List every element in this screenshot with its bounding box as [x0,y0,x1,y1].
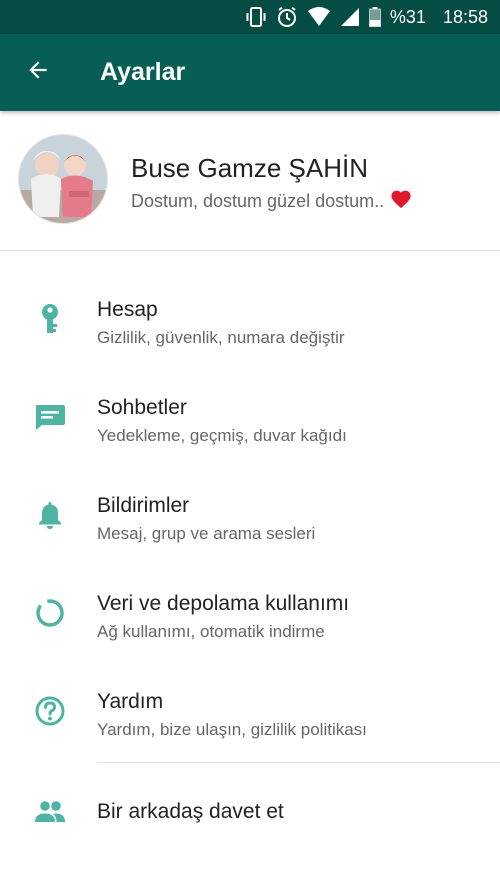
menu-item-title: Hesap [97,298,158,321]
vibrate-icon [245,7,267,27]
bell-icon [26,496,74,534]
menu-item-subtitle: Mesaj, grup ve arama sesleri [97,524,316,543]
battery-percent: %31 [389,6,426,27]
people-icon [26,793,74,831]
clock: 18:58 [442,6,488,27]
menu-item-subtitle: Gizlilik, güvenlik, numara değiştir [97,328,345,347]
menu-item-chats[interactable]: Sohbetler Yedekleme, geçmiş, duvar kağıd… [0,368,500,466]
arrow-back-icon [25,57,51,88]
data-usage-icon [26,594,74,632]
alarm-icon [276,6,298,28]
profile-divider [0,250,500,251]
menu-item-data-storage[interactable]: Veri ve depolama kullanımı Ağ kullanımı,… [0,564,500,662]
invite-title: Bir arkadaş davet et [97,800,284,823]
help-icon [26,692,74,730]
profile-status: Dostum, dostum güzel dostum.. [131,189,412,214]
app-bar: Ayarlar [0,34,500,111]
menu-item-help[interactable]: Yardım Yardım, bize ulaşın, gizlilik pol… [0,662,500,760]
signal-icon [340,7,360,27]
menu-item-account[interactable]: Hesap Gizlilik, güvenlik, numara değişti… [0,270,500,368]
profile-name: Buse Gamze ŞAHİN [131,153,368,183]
heart-icon [390,189,412,214]
menu-item-title: Sohbetler [97,396,187,419]
menu-item-title: Bildirimler [97,494,190,517]
invite-friend-item[interactable]: Bir arkadaş davet et [0,763,500,861]
menu-item-subtitle: Yardım, bize ulaşın, gizlilik politikası [97,720,367,739]
profile-status-text: Dostum, dostum güzel dostum.. [131,191,385,211]
battery-icon [368,7,381,27]
status-bar: %31 18:58 [0,0,500,34]
avatar[interactable] [19,135,107,223]
menu-item-title: Yardım [97,690,164,713]
profile-row[interactable]: Buse Gamze ŞAHİN Dostum, dostum güzel do… [0,113,500,250]
status-icons: %31 18:58 [245,0,488,34]
menu-item-title: Veri ve depolama kullanımı [97,592,350,615]
menu-item-subtitle: Ağ kullanımı, otomatik indirme [97,622,325,641]
page-title: Ayarlar [100,58,186,86]
chat-icon [26,398,74,436]
wifi-icon [307,7,331,27]
key-icon [26,300,74,338]
menu-item-subtitle: Yedekleme, geçmiş, duvar kağıdı [97,426,347,445]
back-button[interactable] [14,48,62,96]
menu-item-notifications[interactable]: Bildirimler Mesaj, grup ve arama sesleri [0,466,500,564]
